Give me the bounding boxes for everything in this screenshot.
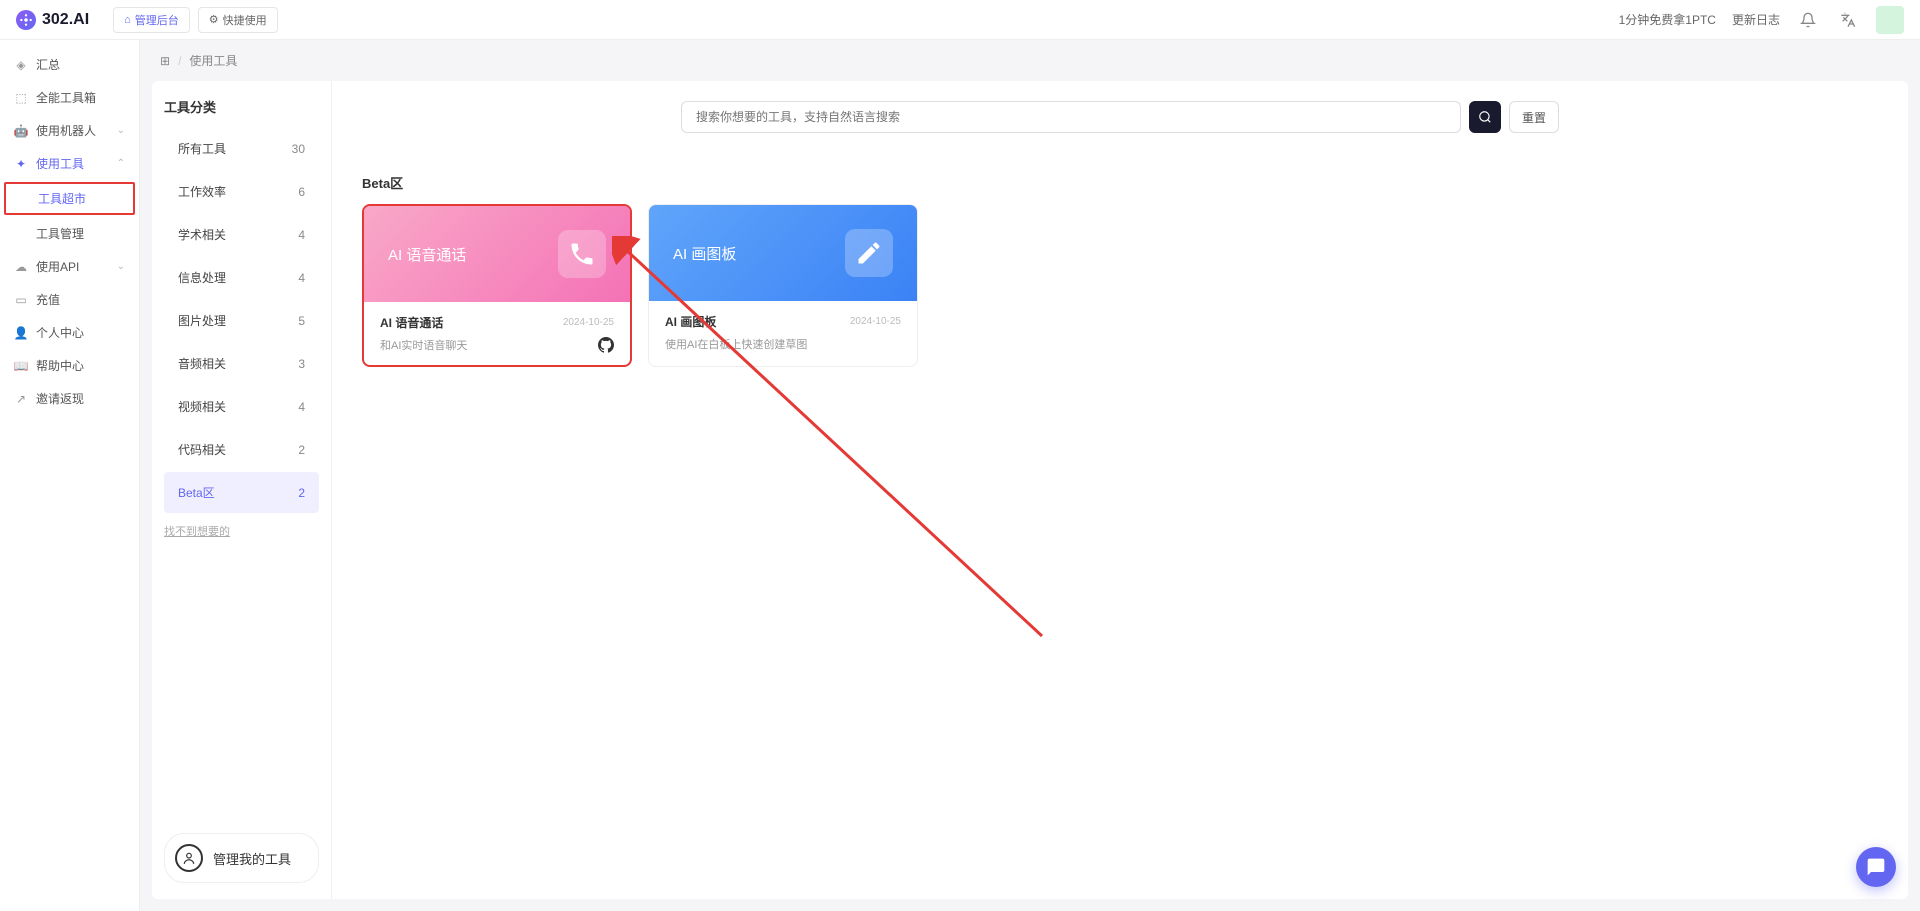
category-item[interactable]: 代码相关2 [164, 429, 319, 470]
category-sidebar: 工具分类 所有工具30工作效率6学术相关4信息处理4图片处理5音频相关3视频相关… [152, 81, 332, 899]
tool-icon: ✦ [14, 157, 28, 171]
box-icon: ⬚ [14, 91, 28, 105]
chevron-down-icon: ⌄ [117, 261, 125, 272]
share-icon: ↗ [14, 392, 28, 406]
cloud-icon: ☁ [14, 260, 28, 274]
main-content: 重置 Beta区 AI 语音通话 AI 语音通话 2024-10-25 和AI实… [332, 81, 1908, 899]
promo-link[interactable]: 1分钟免费拿1PTC [1619, 11, 1716, 28]
category-item[interactable]: 音频相关3 [164, 343, 319, 384]
card-desc: 使用AI在白板上快速创建草图 [665, 336, 807, 352]
hero-title: AI 画图板 [673, 243, 736, 264]
github-icon [598, 337, 614, 353]
gear-icon: ⚙ [209, 13, 219, 26]
sidebar-item-profile[interactable]: 👤 个人中心 [0, 316, 139, 349]
card-date: 2024-10-25 [850, 316, 901, 327]
chat-icon [1866, 857, 1886, 877]
category-item[interactable]: 信息处理4 [164, 257, 319, 298]
changelog-link[interactable]: 更新日志 [1732, 11, 1780, 28]
sidebar-subitem-manage[interactable]: 工具管理 [0, 217, 139, 250]
notification-icon[interactable] [1796, 8, 1820, 32]
breadcrumb-icon: ⊞ [160, 54, 170, 68]
sidebar-item-api[interactable]: ☁ 使用API ⌄ [0, 250, 139, 283]
category-item[interactable]: 视频相关4 [164, 386, 319, 427]
sidebar-item-invite[interactable]: ↗ 邀请返现 [0, 382, 139, 415]
dashboard-icon: ◈ [14, 58, 28, 72]
chevron-down-icon: ⌄ [117, 125, 125, 136]
user-icon: 👤 [14, 326, 28, 340]
sidebar-item-tools[interactable]: ✦ 使用工具 ⌃ [0, 147, 139, 180]
sidebar-subitem-market[interactable]: 工具超市 [4, 182, 135, 215]
chat-float-button[interactable] [1856, 847, 1896, 887]
category-item[interactable]: 学术相关4 [164, 214, 319, 255]
card-hero: AI 画图板 [649, 205, 917, 301]
avatar[interactable] [1876, 6, 1904, 34]
quick-use-button[interactable]: ⚙ 快捷使用 [198, 7, 278, 33]
help-icon: 📖 [14, 359, 28, 373]
search-icon [1478, 110, 1492, 124]
sidebar-item-recharge[interactable]: ▭ 充值 [0, 283, 139, 316]
sidebar-item-help[interactable]: 📖 帮助中心 [0, 349, 139, 382]
left-sidebar: ◈ 汇总 ⬚ 全能工具箱 🤖 使用机器人 ⌄ ✦ 使用工具 ⌃ 工具超市 工具管… [0, 40, 140, 911]
category-item[interactable]: Beta区2 [164, 472, 319, 513]
chevron-up-icon: ⌃ [117, 158, 125, 169]
hero-icon [845, 229, 893, 277]
sidebar-item-toolbox[interactable]: ⬚ 全能工具箱 [0, 81, 139, 114]
user-circle-icon [175, 844, 203, 872]
card-title: AI 语音通话 [380, 314, 443, 331]
category-item[interactable]: 工作效率6 [164, 171, 319, 212]
card-date: 2024-10-25 [563, 317, 614, 328]
tool-card[interactable]: AI 语音通话 AI 语音通话 2024-10-25 和AI实时语音聊天 [362, 204, 632, 367]
card-icon: ▭ [14, 293, 28, 307]
robot-icon: 🤖 [14, 124, 28, 138]
card-desc: 和AI实时语音聊天 [380, 337, 467, 353]
admin-backend-button[interactable]: ⌂ 管理后台 [113, 7, 190, 33]
sidebar-item-summary[interactable]: ◈ 汇总 [0, 48, 139, 81]
search-input[interactable] [681, 101, 1461, 133]
hero-icon [558, 230, 606, 278]
search-button[interactable] [1469, 101, 1501, 133]
sidebar-item-robot[interactable]: 🤖 使用机器人 ⌄ [0, 114, 139, 147]
top-header: 302.AI ⌂ 管理后台 ⚙ 快捷使用 1分钟免费拿1PTC 更新日志 [0, 0, 1920, 40]
logo[interactable]: 302.AI [16, 10, 89, 30]
manage-tools-button[interactable]: 管理我的工具 [164, 833, 319, 883]
category-item[interactable]: 图片处理5 [164, 300, 319, 341]
language-icon[interactable] [1836, 8, 1860, 32]
logo-text: 302.AI [42, 11, 89, 29]
main-area: ⊞ / 使用工具 工具分类 所有工具30工作效率6学术相关4信息处理4图片处理5… [140, 40, 1920, 911]
logo-icon [16, 10, 36, 30]
not-found-link[interactable]: 找不到想要的 [164, 523, 319, 539]
breadcrumb-current: 使用工具 [189, 52, 237, 69]
card-hero: AI 语音通话 [364, 206, 630, 302]
category-item[interactable]: 所有工具30 [164, 128, 319, 169]
home-icon: ⌂ [124, 14, 131, 26]
hero-title: AI 语音通话 [388, 244, 466, 265]
reset-button[interactable]: 重置 [1509, 101, 1559, 133]
card-title: AI 画图板 [665, 313, 716, 330]
category-title: 工具分类 [164, 97, 319, 116]
section-title: Beta区 [362, 173, 1878, 192]
tool-card[interactable]: AI 画图板 AI 画图板 2024-10-25 使用AI在白板上快速创建草图 [648, 204, 918, 367]
breadcrumb: ⊞ / 使用工具 [140, 40, 1920, 81]
